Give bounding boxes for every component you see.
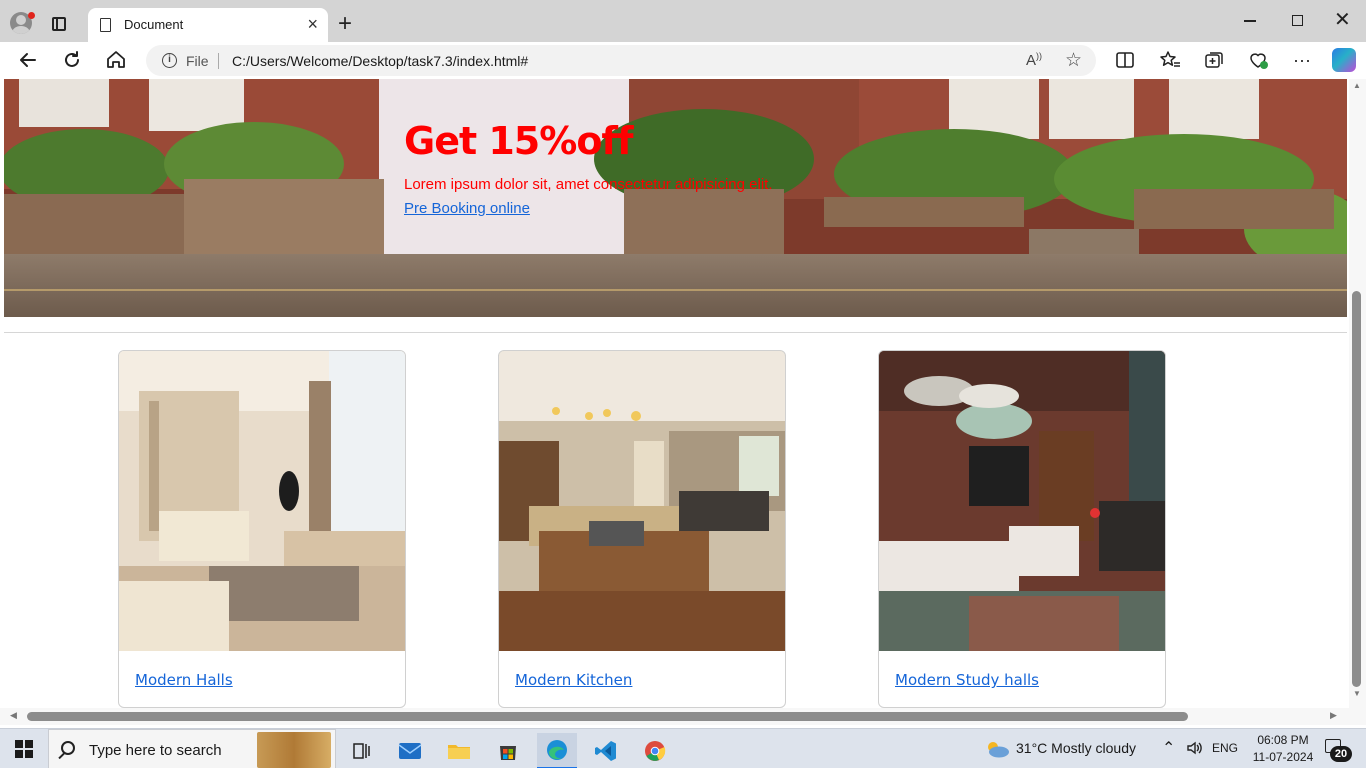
tab-document[interactable]: Document ×: [88, 8, 328, 42]
tab-title: Document: [124, 17, 184, 32]
hero-description: Lorem ipsum dolor sit, amet consectetur …: [404, 176, 773, 193]
hero-title: Get 15%off: [404, 119, 633, 163]
clock-time: 06:08 PM: [1257, 733, 1309, 747]
modern-halls-image: [119, 351, 405, 651]
speaker-icon[interactable]: [1186, 740, 1204, 759]
pre-booking-link[interactable]: Pre Booking online: [404, 200, 530, 217]
search-icon: [61, 741, 75, 755]
page-viewport: Get 15%off Lorem ipsum dolor sit, amet c…: [0, 79, 1349, 708]
modern-kitchen-link[interactable]: Modern Kitchen: [515, 671, 632, 689]
divider: [4, 332, 1347, 333]
browser-essentials-icon[interactable]: [1245, 47, 1271, 73]
microsoft-store-icon[interactable]: [488, 733, 528, 768]
back-icon[interactable]: [15, 47, 41, 73]
scroll-up-icon[interactable]: ▲: [1353, 81, 1361, 90]
file-explorer-icon[interactable]: [439, 733, 479, 768]
address-bar[interactable]: i File C:/Users/Welcome/Desktop/task7.3/…: [146, 45, 1096, 76]
tab-close-icon[interactable]: ×: [307, 14, 318, 34]
taskbar-search-box[interactable]: Type here to search: [48, 729, 336, 768]
read-aloud-icon[interactable]: A)): [1026, 51, 1042, 69]
mail-app-icon[interactable]: [390, 733, 430, 768]
vertical-scrollbar[interactable]: ▲ ▼: [1349, 79, 1366, 708]
clock-date: 11-07-2024: [1252, 750, 1314, 764]
edge-browser-icon[interactable]: [537, 733, 577, 768]
home-icon[interactable]: [103, 47, 129, 73]
search-placeholder: Type here to search: [89, 742, 222, 759]
hero-background-image: [4, 79, 1347, 317]
browser-tab-bar: Document × + ✕: [0, 0, 1366, 42]
favorites-icon[interactable]: [1157, 47, 1183, 73]
modern-study-halls-link[interactable]: Modern Study halls: [895, 671, 1039, 689]
favorite-star-icon[interactable]: ☆: [1065, 49, 1082, 72]
hero-banner: Get 15%off Lorem ipsum dolor sit, amet c…: [4, 79, 1347, 317]
language-indicator[interactable]: ENG: [1212, 741, 1238, 755]
weather-cloudy-icon[interactable]: [984, 740, 1010, 758]
tab-actions-icon[interactable]: [52, 17, 66, 31]
address-url[interactable]: C:/Users/Welcome/Desktop/task7.3/index.h…: [232, 53, 528, 69]
maximize-icon[interactable]: [1292, 15, 1303, 26]
minimize-icon[interactable]: [1244, 20, 1256, 22]
scroll-left-icon[interactable]: ◀: [10, 710, 17, 721]
new-tab-icon[interactable]: +: [338, 10, 352, 38]
card-modern-halls: Modern Halls: [118, 350, 406, 708]
info-icon[interactable]: i: [162, 53, 177, 68]
windows-taskbar: Type here to search 31°C Mostly cloudy ⌃…: [0, 728, 1366, 768]
vertical-scroll-thumb[interactable]: [1352, 291, 1361, 687]
scrollbar-corner: [1349, 708, 1366, 725]
windows-start-icon[interactable]: [15, 740, 33, 758]
search-highlight-image[interactable]: [257, 732, 331, 768]
split-screen-icon[interactable]: [1112, 47, 1138, 73]
document-icon: [100, 18, 111, 32]
refresh-icon[interactable]: [59, 47, 85, 73]
close-window-icon[interactable]: ✕: [1334, 9, 1351, 31]
chrome-icon[interactable]: [635, 733, 675, 768]
address-scheme: File: [186, 53, 209, 69]
card-modern-kitchen: Modern Kitchen: [498, 350, 786, 708]
modern-halls-link[interactable]: Modern Halls: [135, 671, 233, 689]
modern-kitchen-image: [499, 351, 785, 651]
weather-text[interactable]: 31°C Mostly cloudy: [1016, 740, 1136, 756]
notification-count-badge: 20: [1330, 746, 1352, 762]
task-view-icon[interactable]: [342, 733, 382, 768]
more-options-icon[interactable]: ···: [1289, 47, 1315, 73]
copilot-icon[interactable]: [1332, 48, 1356, 72]
vscode-icon[interactable]: [586, 733, 626, 768]
scroll-right-icon[interactable]: ▶: [1330, 710, 1337, 721]
horizontal-scrollbar[interactable]: ◀ ▶: [0, 708, 1349, 725]
scroll-down-icon[interactable]: ▼: [1353, 689, 1361, 698]
address-divider: [218, 53, 219, 69]
system-clock[interactable]: 06:08 PM 11-07-2024: [1250, 732, 1316, 766]
modern-study-halls-image: [879, 351, 1165, 651]
show-hidden-icons-chevron-icon[interactable]: ⌃: [1162, 738, 1175, 758]
profile-status-dot: [28, 12, 35, 19]
collections-icon[interactable]: [1201, 47, 1227, 73]
card-modern-study-halls: Modern Study halls: [878, 350, 1166, 708]
horizontal-scroll-thumb[interactable]: [27, 712, 1188, 721]
browser-toolbar: i File C:/Users/Welcome/Desktop/task7.3/…: [0, 42, 1366, 79]
